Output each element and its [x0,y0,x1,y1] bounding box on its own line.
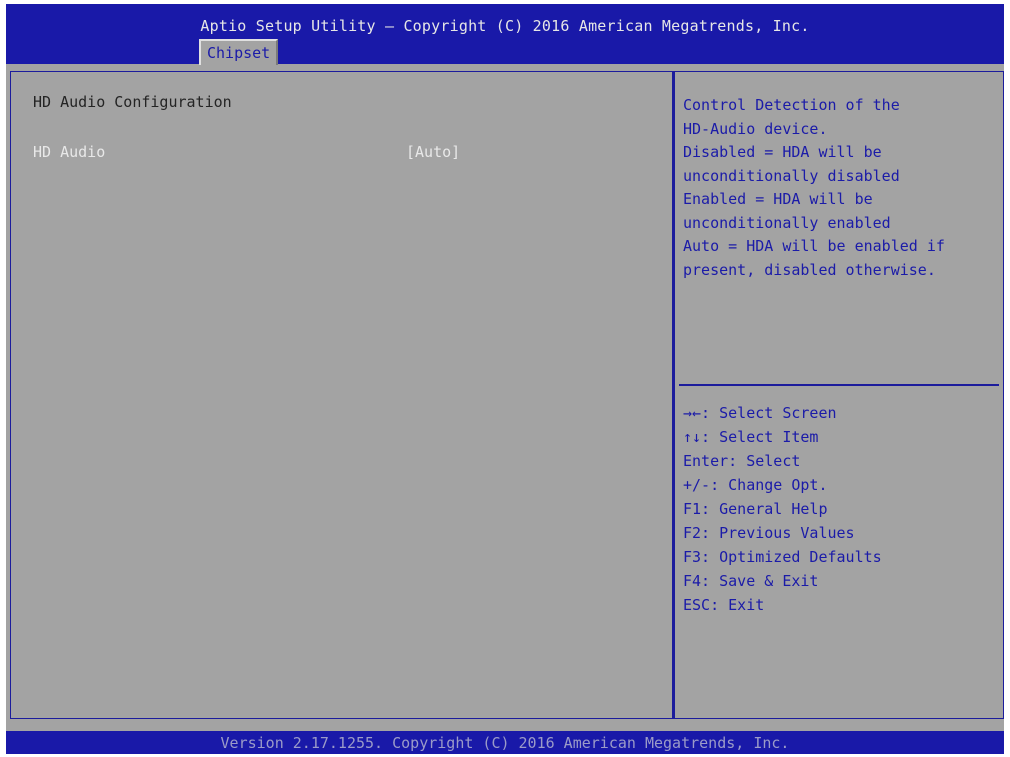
help-line: Enabled = HDA will be [683,190,873,208]
hd-audio-setting-label[interactable]: HD Audio [33,143,105,161]
help-line: unconditionally enabled [683,213,891,232]
key-select-item: ↑↓: Select Item [683,428,819,446]
help-line: HD-Audio device. [683,119,828,138]
key-escape-exit: ESC: Exit [683,596,765,614]
key-select-screen: →←: Select Screen [683,404,837,422]
settings-panel: HD Audio Configuration HD Audio [Auto] [10,71,673,719]
title-bar: Aptio Setup Utility – Copyright (C) 2016… [6,4,1004,65]
help-line: unconditionally disabled [683,166,900,185]
key-previous-values: F2: Previous Values [683,524,855,542]
key-save-exit: F4: Save & Exit [683,572,819,590]
key-enter-select: Enter: Select [683,452,801,470]
bios-screen: Aptio Setup Utility – Copyright (C) 2016… [6,4,1004,754]
tab-chipset[interactable]: Chipset [199,39,279,65]
key-change-option: +/-: Change Opt. [683,476,828,494]
key-optimized-defaults: F3: Optimized Defaults [683,548,882,566]
section-title: HD Audio Configuration [33,93,232,111]
footer-bar: Version 2.17.1255. Copyright (C) 2016 Am… [6,731,1004,754]
help-line: Auto = HDA will be enabled if [683,237,945,255]
key-general-help: F1: General Help [683,500,828,518]
hd-audio-setting-value[interactable]: [Auto] [406,143,460,161]
help-panel: Control Detection of the HD-Audio device… [674,71,1004,719]
help-line: Control Detection of the [683,96,900,114]
help-description: Control Detection of the HD-Audio device… [683,94,1001,282]
help-line: present, disabled otherwise. [683,260,936,279]
version-footer: Version 2.17.1255. Copyright (C) 2016 Am… [220,734,790,752]
app-title: Aptio Setup Utility – Copyright (C) 2016… [200,17,810,35]
help-separator [679,384,999,386]
key-legend: →←: Select Screen ↑↓: Select Item Enter:… [683,401,1001,617]
help-line: Disabled = HDA will be [683,143,882,161]
